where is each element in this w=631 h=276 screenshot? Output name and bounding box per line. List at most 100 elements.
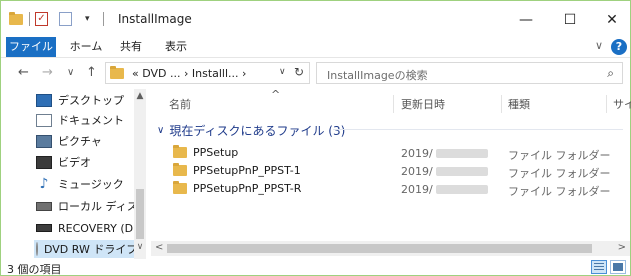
nav-item-label: ドキュメント bbox=[58, 114, 124, 127]
column-header-name[interactable]: 名前 bbox=[169, 96, 191, 112]
video-icon bbox=[36, 155, 52, 169]
large-icons-view-button[interactable] bbox=[610, 260, 626, 274]
navigation-pane: デスクトップ ドキュメント ピクチャ ビデオ ♪ ミュージック ローカル ディス… bbox=[1, 89, 149, 259]
file-type: ファイル フォルダー bbox=[508, 185, 611, 198]
status-bar: 3 個の項目 bbox=[1, 259, 630, 276]
column-separator[interactable] bbox=[501, 95, 502, 113]
file-row[interactable]: PPSetupPnP_PPST-R 2019/ ファイル フォルダー bbox=[151, 180, 630, 198]
recent-locations-button[interactable]: ∨ bbox=[67, 67, 74, 78]
tab-share[interactable]: 共有 bbox=[116, 37, 146, 57]
nav-item-recovery[interactable]: RECOVERY (D:) bbox=[36, 219, 141, 237]
refresh-icon[interactable]: ↻ bbox=[294, 65, 304, 79]
tab-home[interactable]: ホーム bbox=[68, 37, 104, 57]
forward-button[interactable]: → bbox=[42, 65, 53, 80]
ribbon-tabs: ファイル ホーム 共有 表示 ∨ ? bbox=[1, 37, 630, 57]
nav-item-label: ローカル ディスク (C bbox=[58, 200, 143, 213]
sort-ascending-icon: ^ bbox=[271, 88, 281, 101]
search-box[interactable]: InstallImageの検索 ⌕ bbox=[316, 62, 623, 84]
ribbon-expand-icon[interactable]: ∨ bbox=[595, 39, 603, 52]
file-row[interactable]: PPSetupPnP_PPST-1 2019/ ファイル フォルダー bbox=[151, 162, 630, 180]
file-date: 2019/ bbox=[401, 183, 433, 196]
dvd-drive-icon bbox=[36, 242, 38, 256]
document-icon bbox=[36, 113, 52, 127]
file-date: 2019/ bbox=[401, 147, 433, 160]
nav-item-documents[interactable]: ドキュメント bbox=[36, 111, 124, 129]
horizontal-scrollbar[interactable]: < > bbox=[151, 241, 630, 256]
help-icon[interactable]: ? bbox=[611, 39, 627, 55]
title-separator bbox=[103, 11, 104, 27]
file-name: PPSetupPnP_PPST-R bbox=[193, 182, 302, 195]
search-icon[interactable]: ⌕ bbox=[607, 66, 614, 81]
redacted-date bbox=[435, 185, 488, 194]
pictures-icon bbox=[36, 134, 52, 148]
quick-access-dropdown-icon[interactable]: ▾ bbox=[85, 11, 90, 27]
nav-scrollbar[interactable]: ▲ ∨ bbox=[134, 89, 146, 259]
nav-item-music[interactable]: ♪ ミュージック bbox=[36, 175, 124, 193]
folder-icon bbox=[173, 163, 187, 176]
properties-check-icon[interactable]: ✓ bbox=[35, 11, 48, 27]
folder-icon bbox=[173, 145, 187, 158]
address-path[interactable]: « DVD ... › Installl... › bbox=[132, 67, 246, 80]
horizontal-scroll-thumb[interactable] bbox=[167, 244, 592, 253]
column-header-size[interactable]: サイ bbox=[613, 96, 631, 112]
nav-expand-icon[interactable]: ∨ bbox=[134, 242, 146, 252]
column-header-name-label: 名前 bbox=[169, 98, 191, 111]
file-type: ファイル フォルダー bbox=[508, 149, 611, 162]
search-placeholder: InstallImageの検索 bbox=[327, 69, 428, 82]
nav-item-label: ビデオ bbox=[58, 156, 91, 169]
desktop-icon bbox=[36, 93, 52, 107]
nav-item-pictures[interactable]: ピクチャ bbox=[36, 132, 102, 150]
window-title: InstallImage bbox=[118, 12, 192, 26]
file-date: 2019/ bbox=[401, 165, 433, 178]
scroll-up-icon[interactable]: ▲ bbox=[134, 91, 146, 101]
minimize-button[interactable]: — bbox=[504, 7, 548, 33]
nav-item-label: ミュージック bbox=[58, 178, 124, 191]
folder-icon bbox=[9, 11, 23, 27]
tab-file[interactable]: ファイル bbox=[6, 37, 56, 57]
scroll-left-icon[interactable]: < bbox=[155, 242, 163, 253]
address-row: ← → ∨ ↑ « DVD ... › Installl... › ∨ ↻ In… bbox=[1, 57, 630, 89]
nav-item-label: RECOVERY (D:) bbox=[58, 221, 142, 235]
redacted-date bbox=[435, 149, 488, 158]
maximize-button[interactable]: ☐ bbox=[548, 7, 592, 33]
nav-scroll-thumb[interactable] bbox=[136, 189, 144, 239]
group-label: 現在ディスクにあるファイル (3) bbox=[169, 124, 346, 138]
file-type: ファイル フォルダー bbox=[508, 167, 611, 180]
up-button[interactable]: ↑ bbox=[86, 65, 97, 80]
column-header-date[interactable]: 更新日時 bbox=[401, 96, 445, 112]
quick-access-separator bbox=[29, 11, 30, 27]
scroll-right-icon[interactable]: > bbox=[618, 242, 626, 253]
explorer-window: ✓ ▾ InstallImage — ☐ ✕ ファイル ホーム 共有 表示 ∨ … bbox=[0, 0, 631, 276]
tab-view[interactable]: 表示 bbox=[161, 37, 191, 57]
group-divider bbox=[333, 129, 623, 130]
nav-item-label: DVD RW ドライブ ( bbox=[44, 243, 143, 256]
folder-icon bbox=[173, 181, 187, 194]
close-button[interactable]: ✕ bbox=[590, 7, 631, 33]
group-header[interactable]: ∨ 現在ディスクにあるファイル (3) bbox=[157, 122, 345, 139]
file-name: PPSetupPnP_PPST-1 bbox=[193, 164, 301, 177]
details-view-button[interactable] bbox=[591, 260, 607, 274]
nav-item-local-disk[interactable]: ローカル ディスク (C bbox=[36, 197, 143, 215]
redacted-date bbox=[435, 167, 488, 176]
file-name: PPSetup bbox=[193, 146, 239, 159]
title-bar: ✓ ▾ InstallImage — ☐ ✕ bbox=[1, 1, 630, 37]
column-separator[interactable] bbox=[606, 95, 607, 113]
back-button[interactable]: ← bbox=[18, 65, 29, 80]
address-folder-icon bbox=[110, 66, 124, 82]
nav-item-desktop[interactable]: デスクトップ bbox=[36, 91, 124, 109]
nav-item-dvd-drive[interactable]: DVD RW ドライブ ( bbox=[34, 240, 143, 258]
group-collapse-icon[interactable]: ∨ bbox=[157, 125, 164, 136]
file-row[interactable]: PPSetup 2019/ ファイル フォルダー bbox=[151, 144, 630, 162]
column-header-type[interactable]: 種類 bbox=[508, 96, 530, 112]
nav-item-videos[interactable]: ビデオ bbox=[36, 153, 91, 171]
new-folder-icon[interactable] bbox=[59, 11, 72, 27]
address-bar[interactable]: « DVD ... › Installl... › ∨ ↻ bbox=[105, 62, 310, 84]
address-dropdown-icon[interactable]: ∨ bbox=[279, 67, 286, 77]
column-separator[interactable] bbox=[393, 95, 394, 113]
local-disk-icon bbox=[36, 201, 52, 211]
file-list: 名前 ^ 更新日時 種類 サイ ∨ 現在ディスクにあるファイル (3) PPSe… bbox=[151, 88, 631, 259]
nav-item-label: デスクトップ bbox=[58, 94, 124, 107]
item-count: 3 個の項目 bbox=[7, 263, 62, 276]
music-icon: ♪ bbox=[39, 175, 49, 192]
recovery-drive-icon bbox=[36, 224, 52, 232]
